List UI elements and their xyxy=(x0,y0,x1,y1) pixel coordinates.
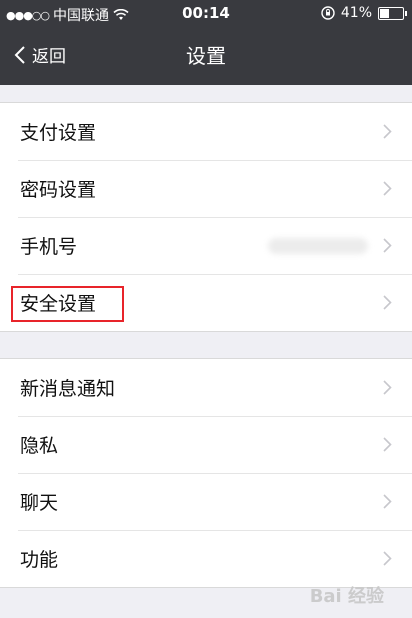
settings-item-notifications[interactable]: 新消息通知 xyxy=(0,359,412,416)
chevron-right-icon xyxy=(383,295,392,310)
settings-group-general: 新消息通知 隐私 聊天 功能 xyxy=(0,358,412,588)
settings-item-label: 隐私 xyxy=(20,435,59,457)
orientation-lock-icon xyxy=(321,6,335,20)
settings-item-payment[interactable]: 支付设置 xyxy=(0,103,412,160)
settings-item-features[interactable]: 功能 xyxy=(0,530,412,587)
settings-item-label: 功能 xyxy=(20,549,59,571)
settings-item-password[interactable]: 密码设置 xyxy=(0,160,412,217)
chevron-right-icon xyxy=(383,380,392,395)
phone-number-blurred xyxy=(268,238,368,254)
navigation-bar: 返回 设置 xyxy=(0,26,412,85)
chevron-right-icon xyxy=(383,437,392,452)
chevron-right-icon xyxy=(383,494,392,509)
status-bar: ●●●○○ 中国联通 00:14 41% xyxy=(0,0,412,26)
page-title: 设置 xyxy=(186,44,226,68)
chevron-right-icon xyxy=(383,551,392,566)
chevron-right-icon xyxy=(383,238,392,253)
chevron-right-icon xyxy=(383,124,392,139)
top-bar: ●●●○○ 中国联通 00:14 41% 返回 设置 xyxy=(0,0,412,85)
battery-percent: 41% xyxy=(340,5,372,21)
settings-item-label: 手机号 xyxy=(20,236,78,258)
settings-item-chat[interactable]: 聊天 xyxy=(0,473,412,530)
settings-item-privacy[interactable]: 隐私 xyxy=(0,416,412,473)
settings-item-label: 密码设置 xyxy=(20,179,97,201)
settings-item-label: 新消息通知 xyxy=(20,378,116,400)
settings-item-phone[interactable]: 手机号 xyxy=(0,217,412,274)
settings-item-label: 支付设置 xyxy=(20,122,97,144)
status-right: 41% xyxy=(321,5,407,21)
highlight-box xyxy=(11,286,124,322)
battery-icon xyxy=(378,6,407,20)
watermark-text: Bai 经验 xyxy=(309,586,384,607)
chevron-right-icon xyxy=(383,181,392,196)
settings-item-label: 聊天 xyxy=(20,492,59,514)
watermark-logo: Bai 经验 xyxy=(310,582,384,608)
